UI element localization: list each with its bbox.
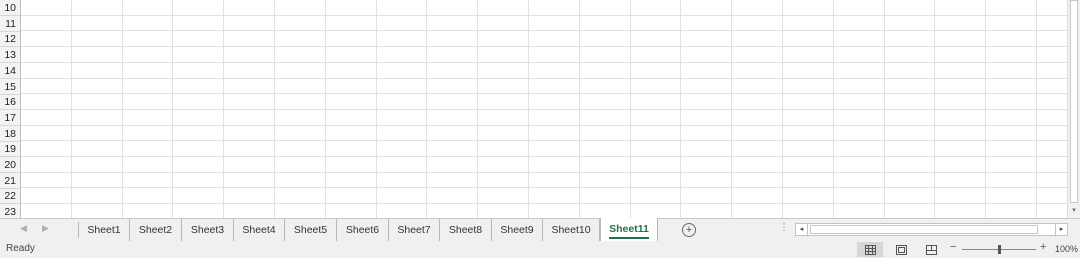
gridline-vertical xyxy=(274,0,275,218)
row-header[interactable]: 16 xyxy=(0,94,20,111)
gridline-vertical xyxy=(70,0,72,218)
gridline-vertical xyxy=(477,0,479,218)
normal-view-icon xyxy=(865,245,876,255)
gridline-horizontal xyxy=(21,124,1067,126)
gridline-vertical xyxy=(223,0,225,218)
gridline-vertical xyxy=(934,0,936,218)
row-header[interactable]: 19 xyxy=(0,141,20,158)
gridline-vertical xyxy=(883,0,885,218)
cell-area[interactable] xyxy=(21,0,1067,218)
gridline-vertical xyxy=(528,0,529,218)
gridline-vertical xyxy=(680,0,682,218)
vertical-scrollbar[interactable]: ▾ xyxy=(1067,0,1080,218)
gridline-vertical xyxy=(985,0,987,218)
page-break-preview-icon xyxy=(926,245,937,255)
row-header[interactable]: 12 xyxy=(0,31,20,48)
sheet-tab-bar: ◀ ▶ Sheet1 Sheet2 Sheet3 Sheet4 Sheet5 Sheet6… xyxy=(0,218,1080,242)
gridline-horizontal xyxy=(21,93,1067,95)
tab-scroll-right-icon[interactable]: ▶ xyxy=(42,223,49,234)
gridline-horizontal xyxy=(21,30,1067,32)
scroll-right-arrow-icon[interactable]: ▸ xyxy=(1055,224,1067,235)
gridline-vertical xyxy=(782,0,783,218)
gridline-vertical xyxy=(629,0,631,218)
gridline-vertical xyxy=(578,0,580,218)
sheet-tab[interactable]: Sheet7 xyxy=(389,219,440,241)
gridline-vertical xyxy=(1036,0,1037,218)
add-sheet-icon[interactable]: + xyxy=(682,223,696,237)
page-layout-icon xyxy=(896,245,907,255)
worksheet-grid[interactable]: 10 11 12 13 14 15 16 17 18 19 20 21 22 23 xyxy=(0,0,1067,218)
status-text: Ready xyxy=(6,243,35,254)
gridline-vertical xyxy=(426,0,428,218)
zoom-slider-thumb[interactable] xyxy=(997,245,1001,254)
gridline-vertical xyxy=(375,0,377,218)
zoom-level[interactable]: 100% xyxy=(1055,244,1078,254)
sheet-tab[interactable]: Sheet10 xyxy=(543,219,600,241)
row-header[interactable]: 14 xyxy=(0,63,20,79)
row-header[interactable]: 23 xyxy=(0,204,20,218)
sheet-tab[interactable]: Sheet1 xyxy=(79,219,130,241)
gridline-vertical xyxy=(832,0,834,218)
gridline-horizontal xyxy=(21,77,1067,79)
gridline-horizontal xyxy=(21,46,1067,48)
row-header[interactable]: 11 xyxy=(0,16,20,32)
row-header[interactable]: 17 xyxy=(0,110,20,126)
page-layout-view-button[interactable] xyxy=(888,242,914,257)
gridline-horizontal xyxy=(21,108,1067,110)
gridline-horizontal xyxy=(21,203,1067,205)
row-header[interactable]: 20 xyxy=(0,157,20,173)
sheet-tab[interactable]: Sheet9 xyxy=(492,219,543,241)
gridline-horizontal xyxy=(21,156,1067,157)
tab-scroll-left-icon[interactable]: ◀ xyxy=(20,223,27,234)
gridline-vertical xyxy=(731,0,733,218)
row-header[interactable]: 15 xyxy=(0,79,20,95)
vertical-scroll-thumb[interactable] xyxy=(1070,0,1078,203)
row-header[interactable]: 21 xyxy=(0,173,20,189)
tab-splitter-handle[interactable]: ⋮ xyxy=(779,222,789,233)
gridline-vertical xyxy=(324,0,326,218)
gridline-horizontal xyxy=(21,140,1067,142)
row-header[interactable]: 22 xyxy=(0,188,20,205)
gridline-horizontal xyxy=(21,14,1067,16)
row-header[interactable]: 13 xyxy=(0,47,20,64)
row-header[interactable]: 10 xyxy=(0,0,20,16)
row-header[interactable]: 18 xyxy=(0,126,20,142)
status-bar: Ready − + 100% xyxy=(0,241,1080,258)
scroll-down-arrow-icon[interactable]: ▾ xyxy=(1068,205,1080,217)
zoom-in-button[interactable]: + xyxy=(1040,241,1046,253)
page-break-preview-button[interactable] xyxy=(918,242,944,257)
row-headers: 10 11 12 13 14 15 16 17 18 19 20 21 22 23 xyxy=(0,0,21,218)
gridline-vertical xyxy=(121,0,123,218)
gridline-horizontal xyxy=(21,187,1067,189)
sheet-tab[interactable]: Sheet3 xyxy=(182,219,234,241)
gridline-horizontal xyxy=(21,171,1067,173)
horizontal-scrollbar[interactable]: ◂ ▸ xyxy=(795,223,1068,236)
gridline-horizontal xyxy=(21,61,1067,63)
sheet-tab[interactable]: Sheet5 xyxy=(285,219,337,241)
sheet-tab[interactable]: Sheet6 xyxy=(337,219,389,241)
horizontal-scroll-thumb[interactable] xyxy=(810,225,1038,234)
zoom-out-button[interactable]: − xyxy=(950,241,956,253)
sheet-tab[interactable]: Sheet4 xyxy=(234,219,285,241)
normal-view-button[interactable] xyxy=(857,242,883,257)
sheet-tab[interactable]: Sheet2 xyxy=(130,219,182,241)
scroll-left-arrow-icon[interactable]: ◂ xyxy=(796,224,808,235)
sheet-tab[interactable]: Sheet8 xyxy=(440,219,492,241)
sheet-tab[interactable]: Sheet11 xyxy=(600,218,658,242)
gridline-vertical xyxy=(172,0,174,218)
